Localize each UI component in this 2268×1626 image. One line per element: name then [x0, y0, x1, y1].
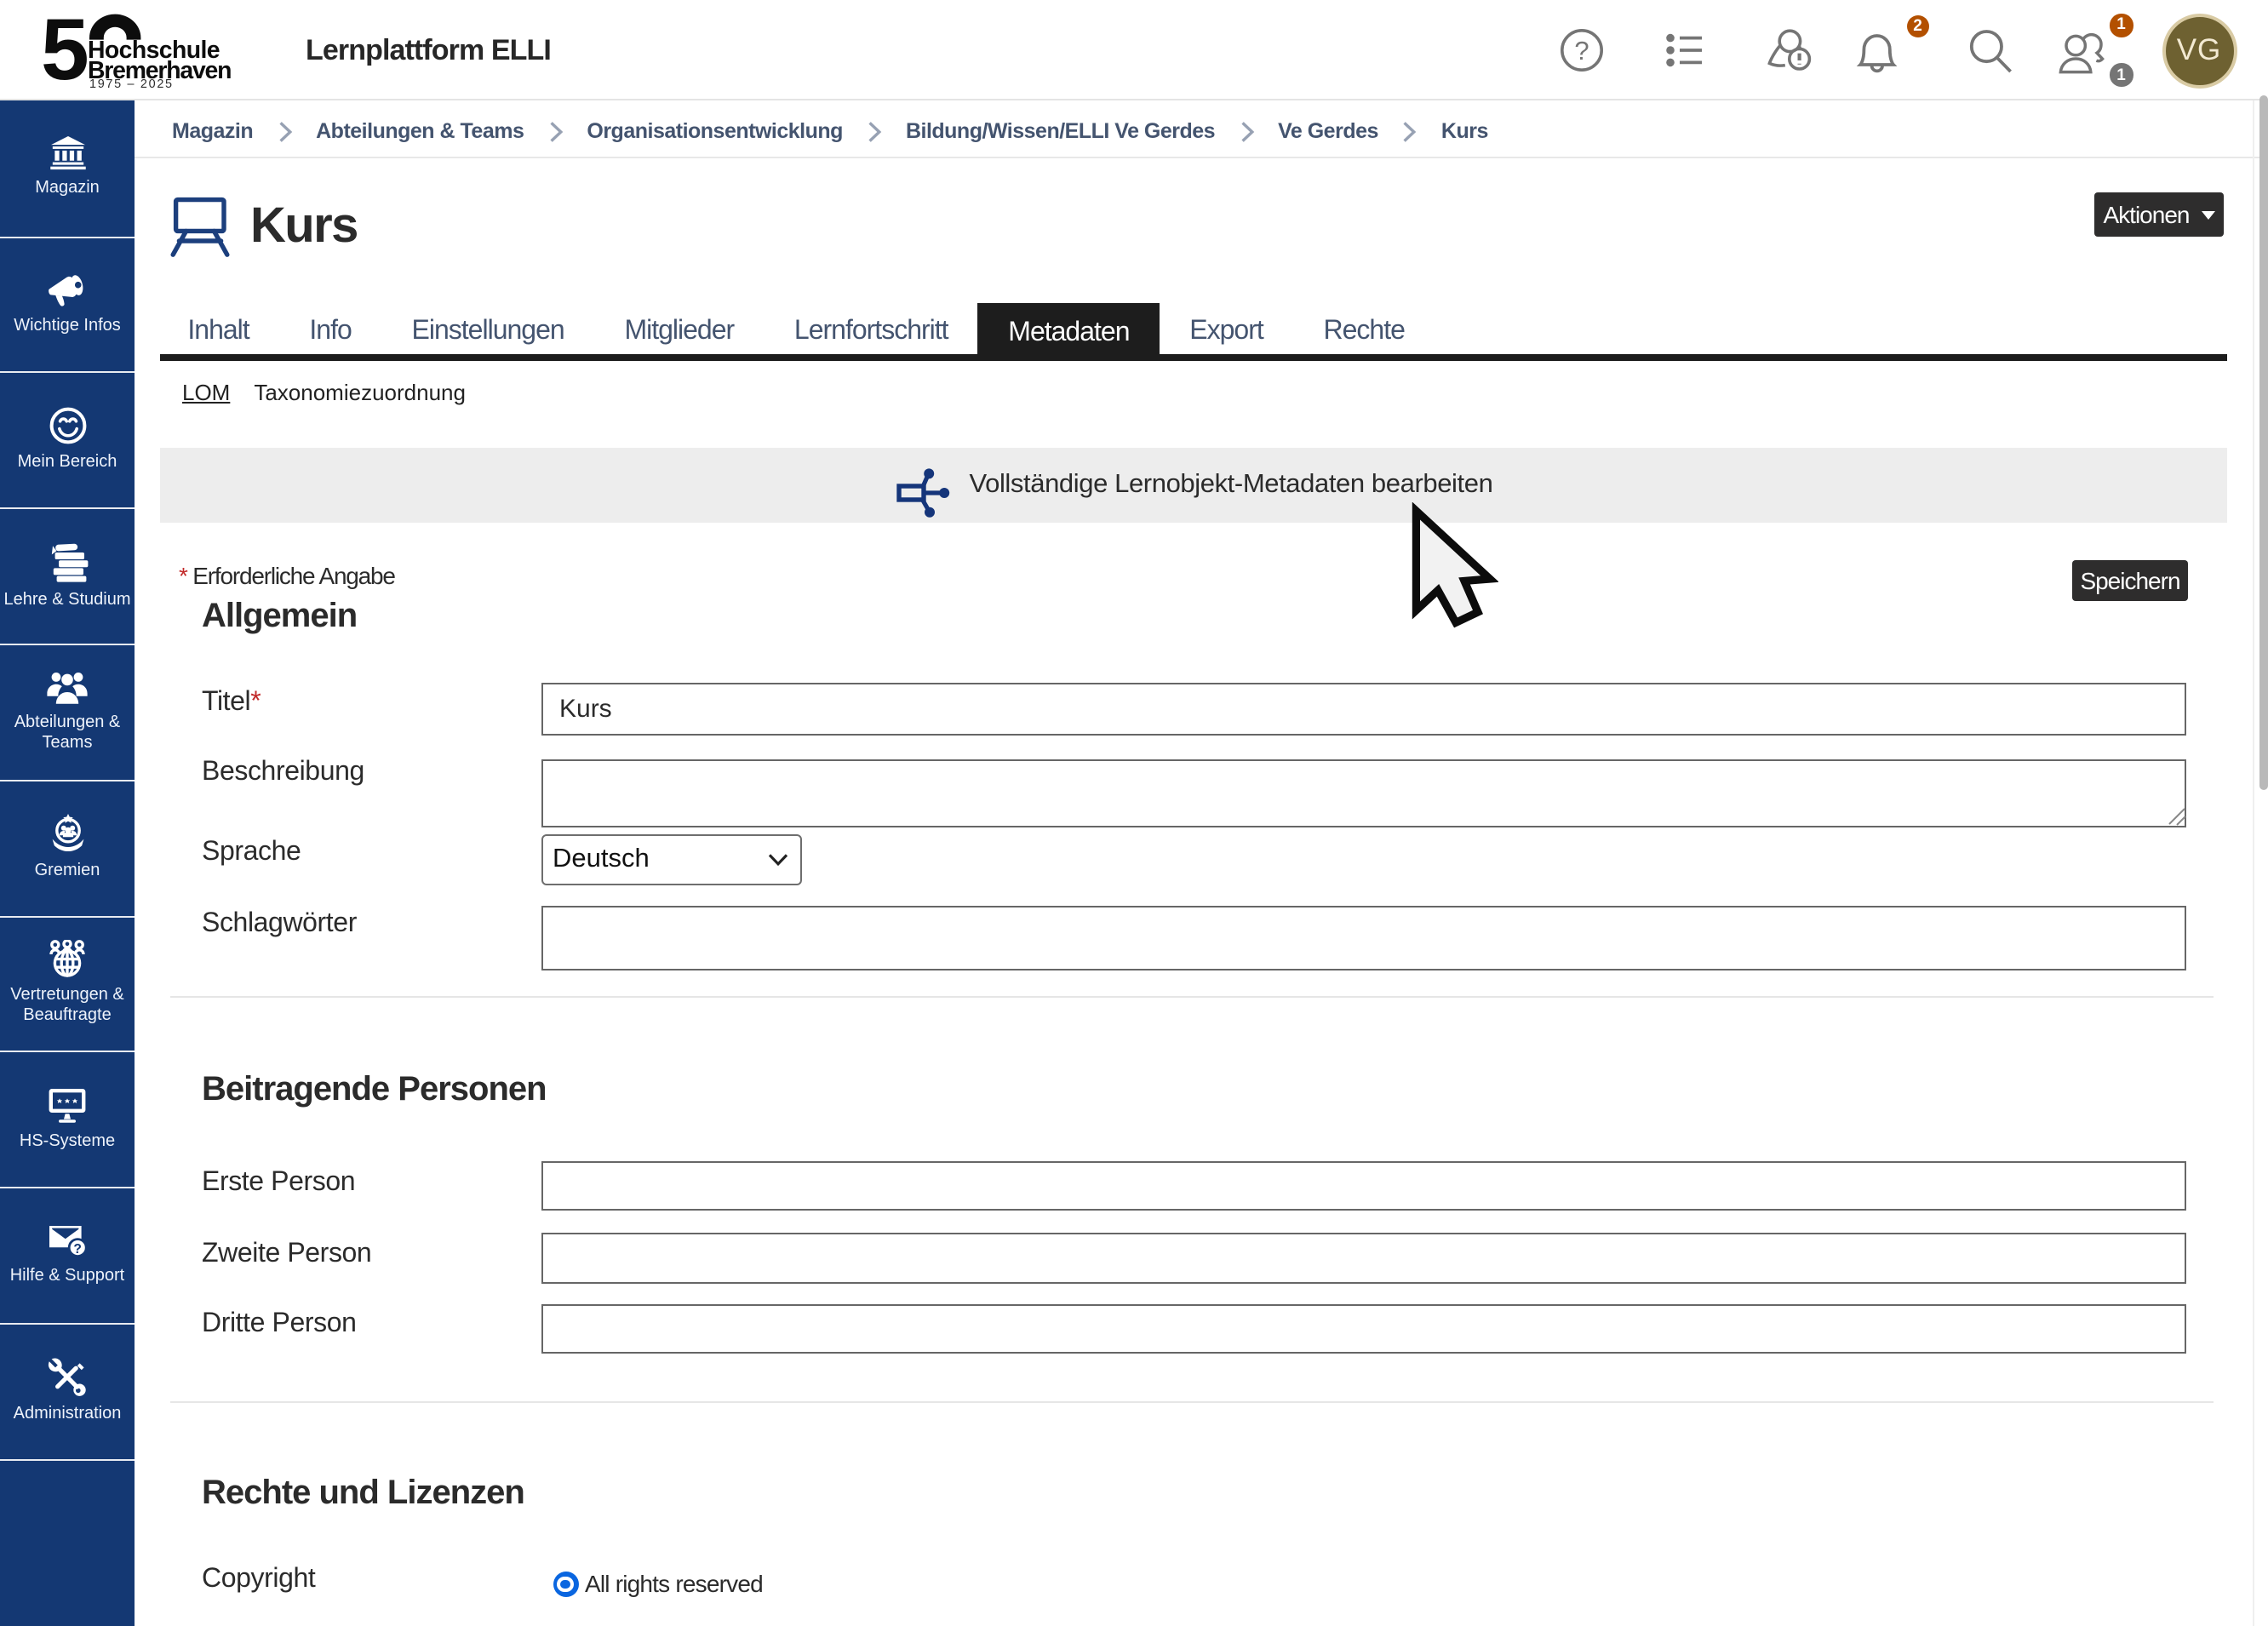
svg-text:5: 5	[41, 12, 89, 90]
svg-text:1975 – 2025: 1975 – 2025	[89, 77, 174, 90]
svg-text:?: ?	[1574, 36, 1589, 66]
svg-text:?: ?	[72, 1242, 81, 1257]
